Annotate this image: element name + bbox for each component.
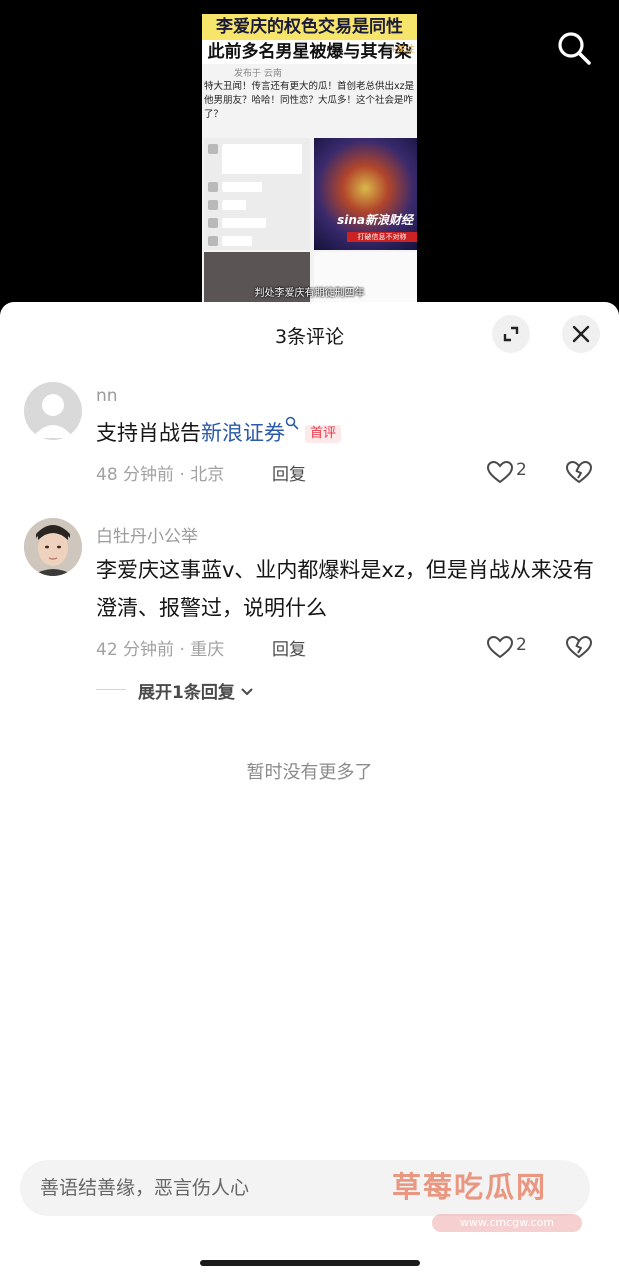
search-link-text: 新浪证券 (201, 421, 285, 445)
thumbnail-poster-image: sina新浪财经 打破信息不对称 (314, 138, 417, 250)
first-comment-badge: 首评 (305, 425, 342, 443)
search-small-icon (285, 416, 299, 430)
avatar[interactable] (24, 382, 82, 440)
thumbnail-meta: 发布于 云南 (234, 69, 282, 79)
comments-sheet: 3条评论 nn 支持肖战告新浪证券 首评 48 分钟前 · 北京 回复 2 白牡… (0, 302, 619, 1280)
comment-time-location: 42 分钟前 · 重庆 (96, 640, 225, 660)
chevron-down-icon (241, 688, 253, 695)
poster-brand: sina新浪财经 (337, 213, 413, 227)
no-more-comments: 暂时没有更多了 (246, 762, 373, 783)
comment-username[interactable]: nn (96, 386, 118, 406)
close-sheet-button[interactable] (562, 315, 600, 353)
heart-icon[interactable] (486, 635, 514, 659)
expand-sheet-button[interactable] (492, 315, 530, 353)
like-count: 2 (516, 460, 527, 480)
search-link[interactable]: 新浪证券 (201, 416, 299, 445)
home-indicator[interactable] (200, 1260, 420, 1266)
thumbnail-chat-screenshot (204, 138, 310, 250)
thumbnail-follow: +关注 (389, 45, 415, 55)
reply-button[interactable]: 回复 (272, 635, 306, 660)
comment-username[interactable]: 白牡丹小公举 (96, 522, 198, 547)
user-photo-avatar (24, 518, 82, 576)
comment-time-location: 48 分钟前 · 北京 (96, 465, 225, 485)
expand-icon (503, 326, 519, 342)
thumbnail-text: 特大丑闻！传言还有更大的瓜！首创老总供出xz是他男朋友？哈哈！同性恋？大瓜多！这… (204, 81, 415, 120)
heart-icon[interactable] (486, 460, 514, 484)
thumbnail-title-line1: 李爱庆的权色交易是同性 (202, 14, 417, 40)
reply-button[interactable]: 回复 (272, 460, 306, 485)
divider-line (96, 689, 126, 690)
avatar[interactable] (24, 518, 82, 576)
watermark-url: www.cmcgw.com (432, 1214, 582, 1232)
broken-heart-icon[interactable] (566, 635, 592, 659)
video-thumbnail[interactable]: 李爱庆的权色交易是同性 此前多名男星被爆与其有染 发布于 云南 +关注 特大丑闻… (202, 14, 417, 302)
expand-replies-button[interactable]: 展开1条回复 (138, 678, 253, 703)
thumbnail-caption: 判处李爱庆有期徒刑四年 (254, 288, 365, 299)
comment-text: 李爱庆这事蓝v、业内都爆料是xz，但是肖战从来没有澄清、报警过，说明什么 (96, 558, 594, 620)
like-count: 2 (516, 635, 527, 655)
watermark-logo: 草莓吃瓜网 (392, 1170, 548, 1204)
thumbnail-title-line2: 此前多名男星被爆与其有染 (202, 40, 417, 64)
expand-replies-label: 展开1条回复 (138, 683, 235, 703)
comment-body: 支持肖战告 (96, 421, 201, 445)
poster-bar-text: 打破信息不对称 (347, 232, 417, 242)
comment-text: 支持肖战告新浪证券 首评 (96, 414, 596, 452)
search-icon[interactable] (556, 30, 592, 66)
default-avatar-icon (32, 394, 74, 438)
video-player[interactable]: 李爱庆的权色交易是同性 此前多名男星被爆与其有染 发布于 云南 +关注 特大丑闻… (0, 0, 619, 310)
close-icon (572, 325, 590, 343)
broken-heart-icon[interactable] (566, 460, 592, 484)
